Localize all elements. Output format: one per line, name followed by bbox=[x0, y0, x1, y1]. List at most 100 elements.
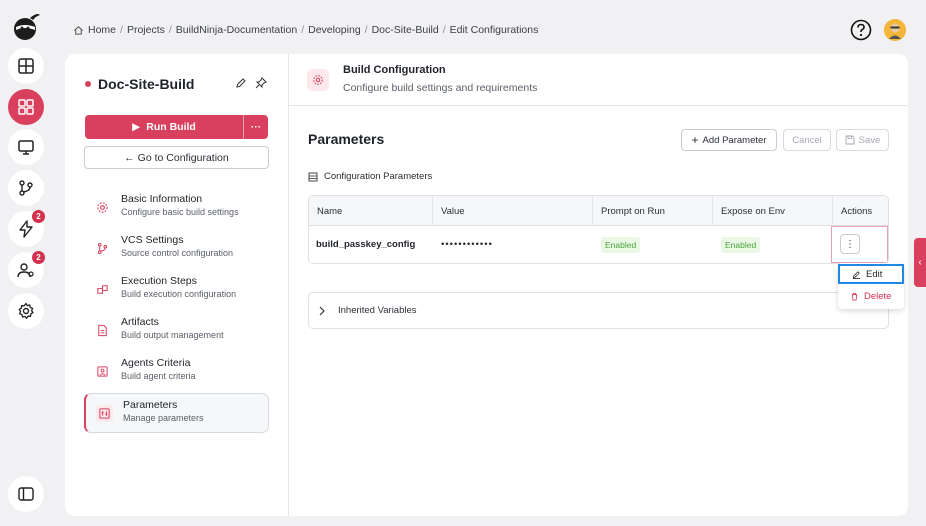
content-header: Build Configuration Configure build sett… bbox=[289, 54, 908, 106]
breadcrumb: Home / Projects / BuildNinja-Documentati… bbox=[73, 24, 538, 36]
expose-cell: Enabled bbox=[713, 226, 833, 263]
parameters-icon bbox=[96, 405, 113, 422]
breadcrumb-home[interactable]: Home bbox=[88, 24, 116, 36]
nav-subtitle: Build execution configuration bbox=[121, 289, 237, 299]
list-icon bbox=[308, 172, 318, 181]
add-parameter-button[interactable]: + Add Parameter bbox=[681, 129, 777, 151]
run-build-button[interactable]: ▶ Run Build ··· bbox=[85, 115, 268, 139]
content-subtitle: Configure build settings and requirement… bbox=[343, 82, 538, 94]
dashboard-icon[interactable] bbox=[8, 48, 44, 84]
lightning-icon[interactable]: 2 bbox=[8, 210, 45, 247]
inherited-variables-accordion[interactable]: Inherited Variables bbox=[308, 292, 889, 329]
row-actions-kebab-button[interactable]: ⋮ bbox=[840, 234, 860, 254]
users-icon[interactable]: 2 bbox=[8, 251, 45, 288]
col-actions: Actions bbox=[841, 205, 873, 217]
status-dot bbox=[85, 81, 91, 87]
expose-status-badge: Enabled bbox=[721, 236, 761, 253]
build-sidebar: Doc-Site-Build ▶ Run Build ··· ← Go to C… bbox=[65, 54, 289, 516]
delete-label: Delete bbox=[864, 290, 892, 302]
nav-subtitle: Build output management bbox=[121, 330, 224, 340]
breadcrumb-developing[interactable]: Developing bbox=[308, 24, 361, 36]
pin-icon[interactable] bbox=[255, 77, 267, 89]
nav-subtitle: Build agent criteria bbox=[121, 371, 196, 381]
edit-menu-item[interactable]: Edit bbox=[838, 264, 904, 284]
breadcrumb-separator: / bbox=[301, 24, 305, 36]
run-build-main[interactable]: ▶ Run Build bbox=[85, 115, 244, 139]
save-icon bbox=[845, 135, 855, 145]
prompt-cell: Enabled bbox=[593, 226, 713, 263]
section-label-text: Configuration Parameters bbox=[324, 171, 433, 182]
parameters-table: Name Value Prompt on Run Expose on Env A… bbox=[308, 195, 889, 264]
ninja-logo-icon[interactable] bbox=[10, 10, 42, 42]
nav-item-vcs-settings[interactable]: VCS Settings Source control configuration bbox=[84, 229, 269, 269]
agent-icon bbox=[94, 363, 111, 380]
side-panel-toggle-tab[interactable]: ‹ bbox=[914, 238, 926, 287]
plus-icon: + bbox=[691, 133, 699, 147]
row-actions-menu: Edit Delete bbox=[838, 263, 904, 309]
configuration-parameters-label: Configuration Parameters bbox=[308, 171, 432, 182]
config-nav: Basic Information Configure basic build s… bbox=[84, 188, 269, 434]
play-icon: ▶ bbox=[132, 121, 141, 133]
settings-gear-icon[interactable] bbox=[8, 293, 44, 329]
home-icon[interactable] bbox=[73, 25, 84, 36]
cancel-button[interactable]: Cancel bbox=[783, 129, 831, 151]
breadcrumb-current: Edit Configurations bbox=[449, 24, 539, 36]
build-name: Doc-Site-Build bbox=[85, 76, 194, 92]
delete-menu-item[interactable]: Delete bbox=[838, 286, 904, 306]
nav-item-basic-information[interactable]: Basic Information Configure basic build s… bbox=[84, 188, 269, 228]
breadcrumb-separator: / bbox=[442, 24, 446, 36]
left-rail: 2 2 bbox=[0, 0, 52, 526]
nav-title: Agents Criteria bbox=[121, 357, 191, 369]
edit-pencil-icon[interactable] bbox=[235, 77, 247, 89]
nav-subtitle: Configure basic build settings bbox=[121, 207, 239, 217]
nav-subtitle: Manage parameters bbox=[123, 413, 204, 423]
breadcrumb-separator: / bbox=[168, 24, 172, 36]
inherited-variables-label: Inherited Variables bbox=[338, 305, 417, 316]
help-icon[interactable] bbox=[850, 19, 872, 41]
breadcrumb-separator: / bbox=[120, 24, 123, 36]
users-badge: 2 bbox=[32, 251, 45, 264]
nav-title: Basic Information bbox=[121, 193, 203, 205]
nav-item-parameters[interactable]: Parameters Manage parameters bbox=[84, 393, 269, 433]
save-button[interactable]: Save bbox=[836, 129, 889, 151]
prompt-status-badge: Enabled bbox=[601, 236, 641, 253]
run-build-label: Run Build bbox=[146, 121, 196, 133]
breadcrumb-separator: / bbox=[364, 24, 368, 36]
nav-title: Execution Steps bbox=[121, 275, 197, 287]
trash-icon bbox=[851, 292, 858, 301]
git-branch-icon[interactable] bbox=[8, 170, 44, 206]
breadcrumb-build[interactable]: Doc-Site-Build bbox=[372, 24, 439, 36]
param-name: build_passkey_config bbox=[316, 239, 416, 250]
nav-subtitle: Source control configuration bbox=[121, 248, 234, 258]
build-config-gear-icon bbox=[307, 69, 329, 91]
monitor-icon[interactable] bbox=[8, 129, 44, 165]
param-value: •••••••••••• bbox=[441, 239, 493, 250]
nav-title: VCS Settings bbox=[121, 234, 184, 246]
save-label: Save bbox=[858, 134, 881, 146]
run-build-more-button[interactable]: ··· bbox=[244, 115, 268, 139]
branch-icon bbox=[94, 240, 111, 257]
go-to-configuration-button[interactable]: ← Go to Configuration bbox=[84, 146, 269, 169]
nav-item-artifacts[interactable]: Artifacts Build output management bbox=[84, 311, 269, 351]
main-card: Doc-Site-Build ▶ Run Build ··· ← Go to C… bbox=[65, 54, 908, 516]
chevron-left-icon: ‹ bbox=[918, 257, 922, 268]
nav-title: Artifacts bbox=[121, 316, 159, 328]
gear-icon bbox=[94, 199, 111, 216]
nav-item-execution-steps[interactable]: Execution Steps Build execution configura… bbox=[84, 270, 269, 310]
col-expose-on-env: Expose on Env bbox=[713, 196, 833, 226]
content-panel: Build Configuration Configure build sett… bbox=[289, 54, 908, 516]
nav-item-agents-criteria[interactable]: Agents Criteria Build agent criteria bbox=[84, 352, 269, 392]
breadcrumb-projects[interactable]: Projects bbox=[127, 24, 165, 36]
content-title: Build Configuration bbox=[343, 64, 446, 76]
table-row: build_passkey_config •••••••••••• Enable… bbox=[309, 226, 888, 263]
user-avatar[interactable] bbox=[884, 19, 906, 41]
parameters-title: Parameters bbox=[308, 131, 385, 147]
build-title: Doc-Site-Build bbox=[98, 76, 195, 92]
actions-cell: ⋮ bbox=[831, 226, 888, 263]
projects-grid-icon[interactable] bbox=[8, 89, 44, 125]
breadcrumb-project[interactable]: BuildNinja-Documentation bbox=[176, 24, 297, 36]
nav-title: Parameters bbox=[123, 399, 178, 411]
chevron-right-icon bbox=[319, 306, 325, 315]
table-header: Name Value Prompt on Run Expose on Env A… bbox=[309, 196, 888, 226]
sidebar-toggle-icon[interactable] bbox=[8, 476, 44, 512]
